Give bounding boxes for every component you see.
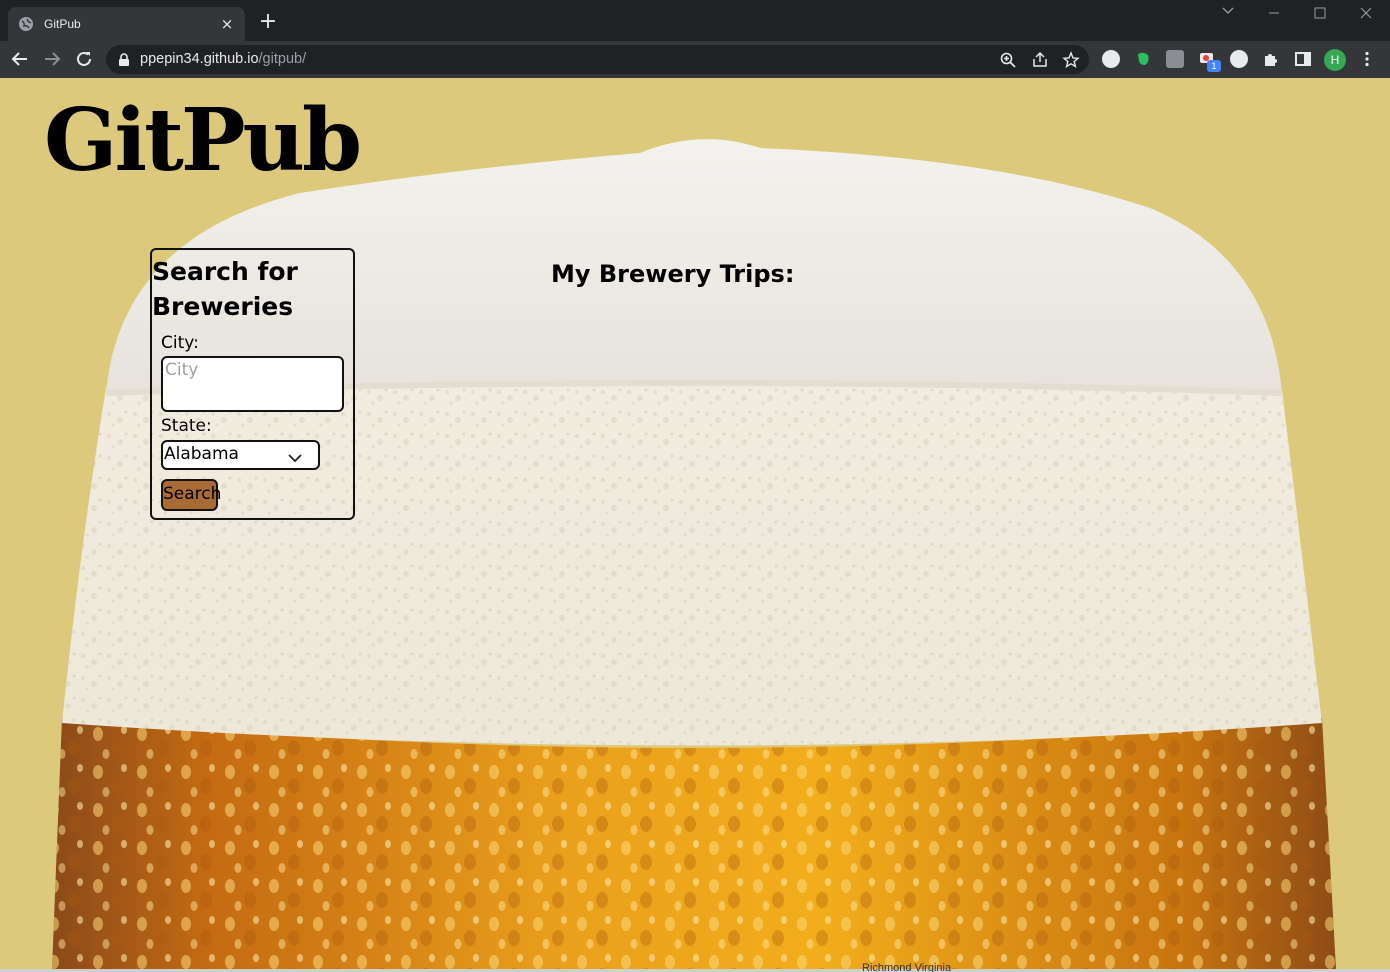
tab-title: GitPub (44, 17, 81, 31)
chevron-down-icon (288, 448, 302, 468)
zoom-icon[interactable] (999, 51, 1017, 69)
evernote-extension-icon[interactable] (1134, 50, 1152, 68)
lock-icon[interactable] (118, 52, 130, 71)
tab-search-chevron-icon[interactable] (1205, 4, 1251, 24)
menu-icon[interactable] (1358, 50, 1376, 68)
close-icon[interactable]: × (219, 15, 235, 33)
site-title: GitPub (44, 90, 362, 191)
beer-background-image (52, 139, 1336, 969)
plus-icon[interactable]: + (256, 11, 280, 35)
maximize-icon[interactable] (1297, 4, 1343, 24)
search-button[interactable]: Search (161, 479, 221, 511)
clipped-trip-text: Richmond Virginia (862, 962, 952, 972)
forward-icon[interactable] (40, 47, 64, 71)
page-viewport: GitPub Search for Breweries City: City S… (0, 78, 1390, 969)
search-panel: Search for Breweries City: City State: A… (150, 248, 355, 520)
url-text: ppepin34.github.io/gitpub/ (140, 51, 306, 67)
state-selected-value: Alabama (164, 444, 239, 464)
tab-strip: GitPub × + (0, 0, 1390, 41)
avatar[interactable]: H (1324, 49, 1346, 71)
extension-icon[interactable] (1102, 50, 1120, 68)
city-input[interactable]: City (161, 356, 344, 412)
url-path: /gitpub/ (258, 51, 307, 67)
url-host: ppepin34.github.io (140, 51, 259, 67)
address-bar[interactable]: ppepin34.github.io/gitpub/ (106, 45, 1089, 74)
minimize-icon[interactable] (1251, 4, 1297, 24)
sidepanel-icon[interactable] (1294, 50, 1312, 68)
browser-toolbar: ppepin34.github.io/gitpub/ 1 H (0, 41, 1390, 78)
trips-heading: My Brewery Trips: (551, 260, 795, 288)
city-placeholder: City (165, 360, 199, 380)
extension-icon[interactable] (1230, 50, 1248, 68)
tab-gitpub[interactable]: GitPub × (8, 7, 245, 41)
extension-icon[interactable] (1166, 50, 1184, 68)
back-icon[interactable] (8, 47, 32, 71)
puzzle-icon[interactable] (1262, 50, 1280, 68)
search-heading: Search for Breweries (152, 257, 298, 321)
globe-icon (18, 16, 34, 32)
share-icon[interactable] (1031, 51, 1049, 69)
city-label: City: (161, 333, 199, 353)
state-select[interactable]: Alabama (161, 440, 320, 470)
window-close-icon[interactable] (1343, 4, 1389, 24)
extension-badge: 1 (1207, 60, 1221, 72)
star-icon[interactable] (1062, 51, 1080, 69)
reload-icon[interactable] (72, 47, 96, 71)
state-label: State: (161, 416, 212, 436)
